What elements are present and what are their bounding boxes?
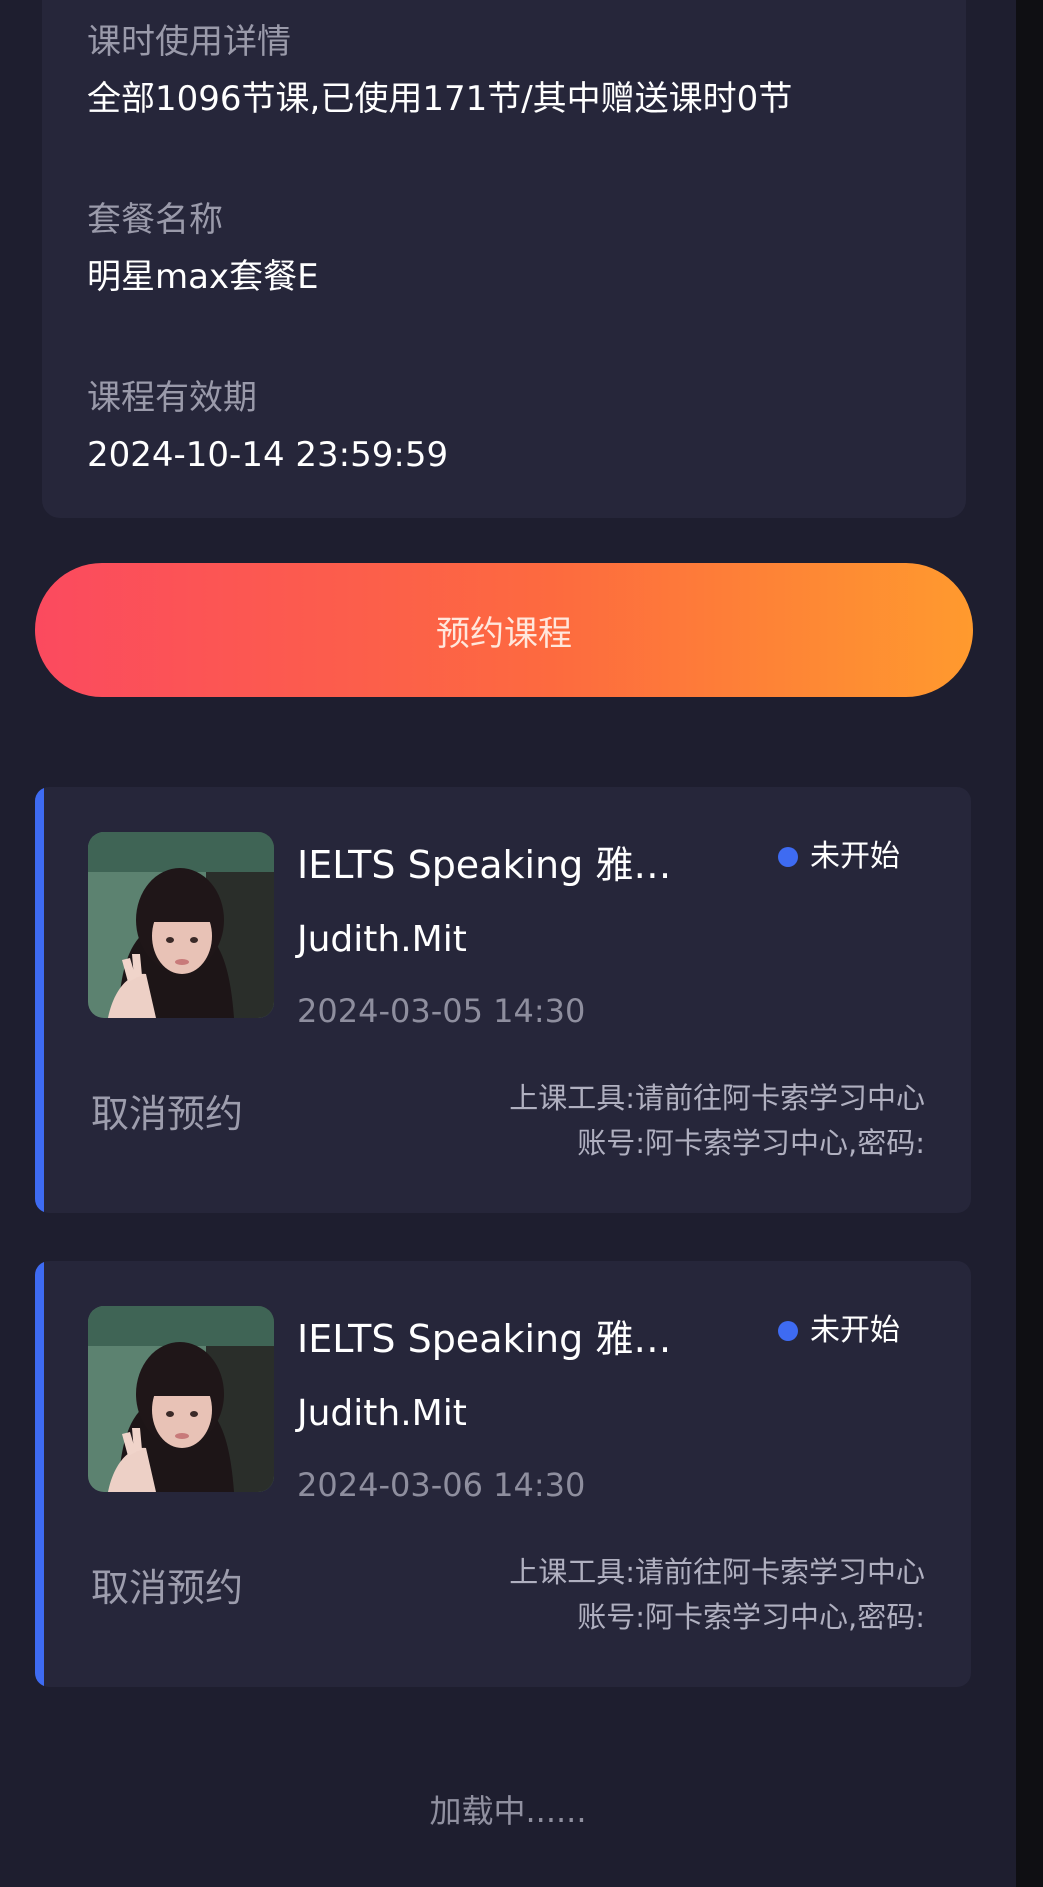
account-info: 账号:阿卡索学习中心,密码: (577, 1126, 925, 1160)
teacher-avatar (88, 832, 274, 1018)
lesson-accent-bar (35, 787, 44, 1213)
book-course-button[interactable]: 预约课程 (35, 563, 973, 697)
course-title: IELTS Speaking 雅… (297, 843, 672, 887)
lesson-card[interactable]: IELTS Speaking 雅… 未开始 Judith.Mit 2024-03… (35, 1261, 971, 1687)
loading-indicator: 加载中...... (429, 1792, 587, 1830)
course-title: IELTS Speaking 雅… (297, 1317, 672, 1361)
class-tool-info: 上课工具:请前往阿卡索学习中心 (509, 1555, 925, 1589)
status-badge: 未开始 (778, 837, 900, 877)
cancel-booking-button[interactable]: 取消预约 (91, 1090, 243, 1138)
package-label: 套餐名称 (87, 200, 223, 240)
lesson-accent-bar (35, 1261, 44, 1687)
cancel-booking-button[interactable]: 取消预约 (91, 1564, 243, 1612)
blue-dot-icon (778, 1321, 798, 1341)
validity-value: 2024-10-14 23:59:59 (87, 435, 449, 475)
course-detail-screen: 课时使用详情 全部1096节课,已使用171节/其中赠送课时0节 套餐名称 明星… (0, 0, 1043, 1887)
status-text: 未开始 (810, 839, 900, 874)
teacher-name: Judith.Mit (297, 919, 467, 960)
teacher-avatar (88, 1306, 274, 1492)
validity-label: 课程有效期 (87, 378, 257, 418)
lesson-time: 2024-03-05 14:30 (297, 992, 586, 1030)
edge-strip (1016, 0, 1043, 1887)
usage-value: 全部1096节课,已使用171节/其中赠送课时0节 (87, 79, 793, 119)
usage-label: 课时使用详情 (87, 22, 291, 62)
blue-dot-icon (778, 847, 798, 867)
lesson-card[interactable]: IELTS Speaking 雅… 未开始 Judith.Mit 2024-03… (35, 787, 971, 1213)
package-value: 明星max套餐E (87, 257, 319, 297)
account-info: 账号:阿卡索学习中心,密码: (577, 1600, 925, 1634)
status-badge: 未开始 (778, 1311, 900, 1351)
status-text: 未开始 (810, 1313, 900, 1348)
teacher-name: Judith.Mit (297, 1393, 467, 1434)
lesson-time: 2024-03-06 14:30 (297, 1466, 586, 1504)
class-tool-info: 上课工具:请前往阿卡索学习中心 (509, 1081, 925, 1115)
